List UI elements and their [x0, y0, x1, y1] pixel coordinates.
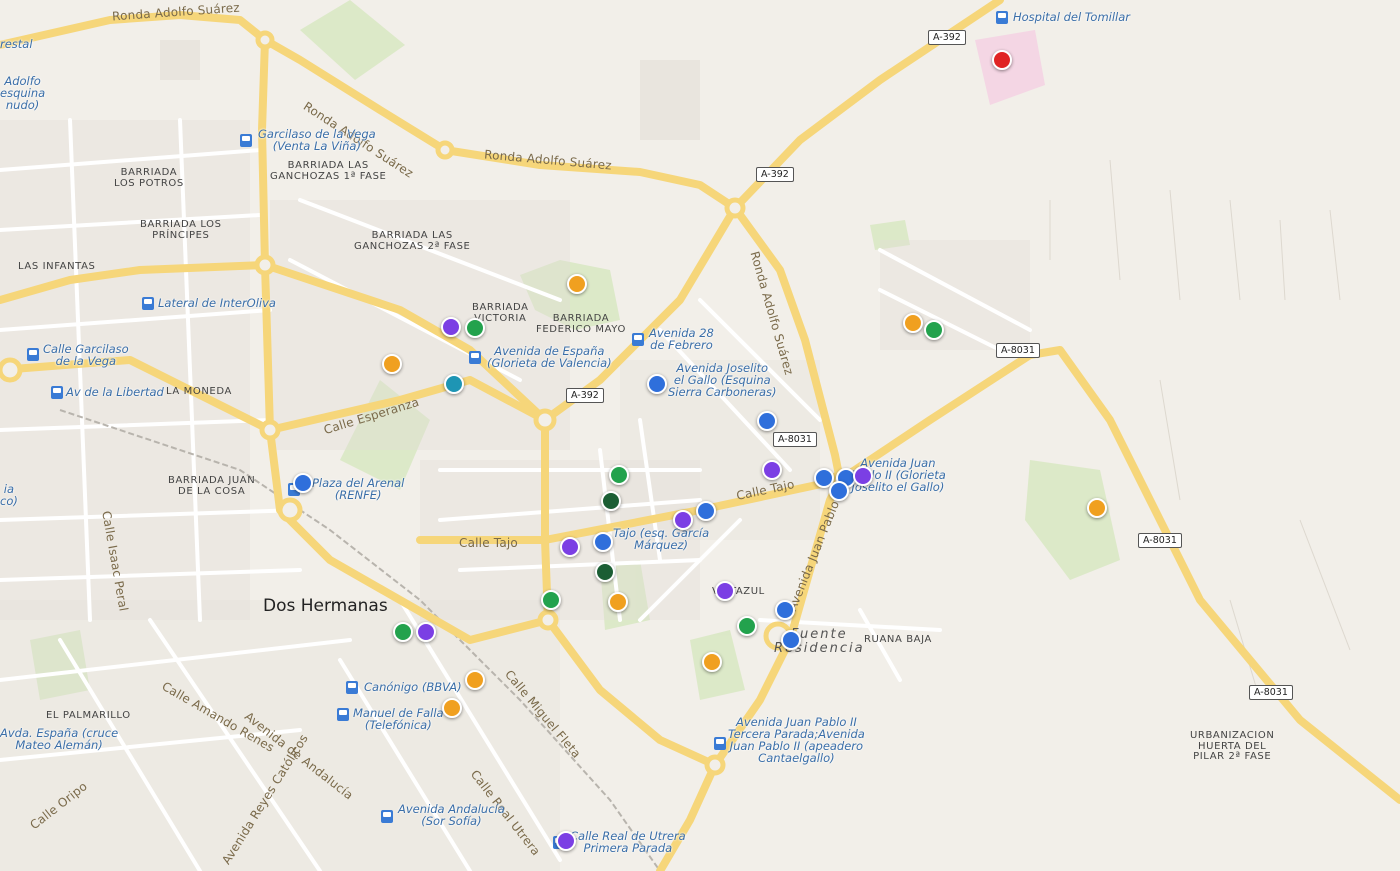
- map-marker-purple[interactable]: [715, 581, 735, 601]
- map-marker-orange[interactable]: [442, 698, 462, 718]
- bus-stop-icon[interactable]: [337, 708, 349, 721]
- bus-stop-icon[interactable]: [381, 810, 393, 823]
- map-marker-purple[interactable]: [762, 460, 782, 480]
- map-marker-purple[interactable]: [560, 537, 580, 557]
- map-marker-blue[interactable]: [757, 411, 777, 431]
- map-marker-blue[interactable]: [775, 600, 795, 620]
- bus-stop-icon[interactable]: [27, 348, 39, 361]
- map-marker-red[interactable]: [992, 50, 1012, 70]
- map-marker-orange[interactable]: [702, 652, 722, 672]
- map-marker-green[interactable]: [609, 465, 629, 485]
- bus-stop-icon[interactable]: [240, 134, 252, 147]
- bus-stop-icon[interactable]: [469, 351, 481, 364]
- map-marker-blue[interactable]: [781, 630, 801, 650]
- bus-stop-icon[interactable]: [632, 333, 644, 346]
- road-shield-a8031: A-8031: [1138, 533, 1182, 548]
- map-view[interactable]: A-392 A-392 A-392 A-8031 A-8031 A-8031 A…: [0, 0, 1400, 871]
- road-shield-a8031: A-8031: [1249, 685, 1293, 700]
- road-shield-a392: A-392: [928, 30, 966, 45]
- map-marker-purple[interactable]: [441, 317, 461, 337]
- map-marker-dark-green[interactable]: [595, 562, 615, 582]
- map-marker-green[interactable]: [924, 320, 944, 340]
- road-shield-a8031: A-8031: [996, 343, 1040, 358]
- map-marker-purple[interactable]: [416, 622, 436, 642]
- map-marker-purple[interactable]: [673, 510, 693, 530]
- map-marker-blue[interactable]: [293, 473, 313, 493]
- road-shield-a392: A-392: [566, 388, 604, 403]
- map-marker-dark-green[interactable]: [601, 491, 621, 511]
- bus-stop-icon[interactable]: [714, 737, 726, 750]
- bus-stop-icon[interactable]: [996, 11, 1008, 24]
- base-map: [0, 0, 1400, 871]
- map-marker-orange[interactable]: [1087, 498, 1107, 518]
- map-marker-blue[interactable]: [593, 532, 613, 552]
- map-marker-blue[interactable]: [647, 374, 667, 394]
- bus-stop-icon[interactable]: [142, 297, 154, 310]
- road-shield-a8031: A-8031: [773, 432, 817, 447]
- map-marker-blue[interactable]: [696, 501, 716, 521]
- map-marker-orange[interactable]: [903, 313, 923, 333]
- bus-stop-icon[interactable]: [346, 681, 358, 694]
- map-marker-orange[interactable]: [382, 354, 402, 374]
- map-marker-teal[interactable]: [444, 374, 464, 394]
- map-marker-orange[interactable]: [567, 274, 587, 294]
- map-marker-green[interactable]: [393, 622, 413, 642]
- road-shield-a392: A-392: [756, 167, 794, 182]
- bus-stop-icon[interactable]: [51, 386, 63, 399]
- map-marker-orange[interactable]: [465, 670, 485, 690]
- map-marker-green[interactable]: [541, 590, 561, 610]
- map-marker-green[interactable]: [465, 318, 485, 338]
- map-marker-green[interactable]: [737, 616, 757, 636]
- map-marker-orange[interactable]: [608, 592, 628, 612]
- map-marker-purple[interactable]: [853, 466, 873, 486]
- map-marker-purple[interactable]: [556, 831, 576, 851]
- map-marker-blue[interactable]: [829, 481, 849, 501]
